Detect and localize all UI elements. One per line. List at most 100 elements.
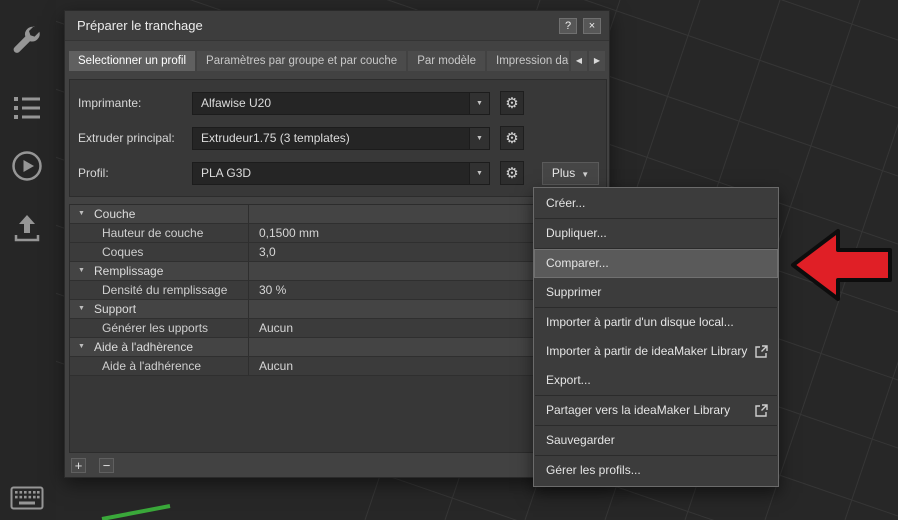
profile-value: PLA G3D <box>201 166 252 180</box>
setting-label: Coques <box>102 245 144 259</box>
setting-label: Aide à l'adhérence <box>102 359 202 373</box>
setting-value: 30 % <box>259 283 287 297</box>
group-cell: ▼ Couche <box>70 205 249 223</box>
menu-item-label: Comparer... <box>546 256 609 270</box>
menu-item-import-local[interactable]: Importer à partir d'un disque local... <box>534 308 778 337</box>
setting-row-shells[interactable]: Coques 3,0 <box>70 243 606 262</box>
tabs-scroll-right-button[interactable]: ▶ <box>589 51 605 71</box>
red-arrow-annotation <box>791 229 892 301</box>
menu-item-label: Supprimer <box>546 285 602 299</box>
setting-label-cell: Générer les upports <box>70 319 249 337</box>
external-link-icon <box>755 345 768 358</box>
keyboard-button[interactable] <box>8 480 46 518</box>
menu-item-label: Créer... <box>546 196 586 210</box>
help-button[interactable]: ? <box>559 18 577 34</box>
titlebar-buttons: ? × <box>559 18 601 34</box>
profile-label: Profil: <box>78 166 109 180</box>
extruder-row: Extruder principal: Extrudeur1.75 (3 tem… <box>70 126 606 151</box>
model-list-button[interactable] <box>8 90 46 128</box>
dialog-title: Préparer le tranchage <box>77 18 203 33</box>
tab-params-per-group[interactable]: Paramètres par groupe et par couche <box>197 51 407 71</box>
profile-select[interactable]: PLA G3D ▼ <box>192 162 490 185</box>
group-label: Support <box>94 302 137 316</box>
setting-label: Densité du remplissage <box>102 283 228 297</box>
tab-select-profile[interactable]: Selectionner un profil <box>69 51 196 71</box>
settings-table: ▼ Couche Hauteur de couche 0,1500 mm Coq… <box>69 204 607 453</box>
keyboard-icon <box>10 486 44 509</box>
prepare-slicing-dialog: Préparer le tranchage ? × Selectionner u… <box>64 10 610 478</box>
extruder-label: Extruder principal: <box>78 131 175 145</box>
setting-label-cell: Aide à l'adhérence <box>70 357 249 375</box>
group-label: Remplissage <box>94 264 164 278</box>
add-setting-button[interactable]: + <box>71 458 86 473</box>
group-cell: ▼ Aide à l'adhèrence <box>70 338 249 356</box>
menu-item-import-ideamaker-library[interactable]: Importer à partir de ideaMaker Library <box>534 337 778 366</box>
setting-row-generate-supports[interactable]: Générer les upports Aucun <box>70 319 606 338</box>
plus-menu-button[interactable]: Plus ▼ <box>542 162 599 185</box>
extruder-value: Extrudeur1.75 (3 templates) <box>201 131 350 145</box>
menu-item-label: Importer à partir de ideaMaker Library <box>546 344 748 358</box>
red-arrow-shape <box>791 229 892 301</box>
setting-label: Hauteur de couche <box>102 226 204 240</box>
menu-item-dupliquer[interactable]: Dupliquer... <box>534 219 778 248</box>
menu-item-export[interactable]: Export... <box>534 366 778 395</box>
wrench-icon <box>13 25 40 53</box>
setting-row-layer-height[interactable]: Hauteur de couche 0,1500 mm <box>70 224 606 243</box>
profile-settings-gear-button[interactable]: ⚙ <box>500 161 524 185</box>
remove-setting-button[interactable]: − <box>99 458 114 473</box>
upload-icon <box>14 214 40 241</box>
settings-wrench-button[interactable] <box>8 22 46 60</box>
settings-group-adhesion[interactable]: ▼ Aide à l'adhèrence <box>70 338 606 357</box>
profile-context-menu: Créer... Dupliquer... Comparer... Suppri… <box>533 187 779 487</box>
settings-group-support[interactable]: ▼ Support <box>70 300 606 319</box>
start-slice-button[interactable] <box>8 148 46 186</box>
dialog-titlebar[interactable]: Préparer le tranchage ? × <box>65 11 609 41</box>
collapse-icon: ▼ <box>78 210 85 217</box>
setting-value: Aucun <box>259 321 294 335</box>
chevron-down-icon: ▼ <box>469 163 489 184</box>
menu-item-label: Gérer les profils... <box>546 463 641 477</box>
tab-bar: Selectionner un profil Paramètres par gr… <box>69 51 605 71</box>
close-button[interactable]: × <box>583 18 601 34</box>
tab-print-order[interactable]: Impression dans l'ord <box>487 51 569 71</box>
setting-row-infill-density[interactable]: Densité du remplissage 30 % <box>70 281 606 300</box>
printer-label: Imprimante: <box>78 96 142 110</box>
menu-item-comparer[interactable]: Comparer... <box>534 249 778 278</box>
list-icon <box>14 96 40 119</box>
profile-row: Profil: PLA G3D ▼ ⚙ Plus ▼ <box>70 161 606 186</box>
menu-item-share-ideamaker-library[interactable]: Partager vers la ideaMaker Library <box>534 396 778 425</box>
collapse-icon: ▼ <box>78 343 85 350</box>
setting-label-cell: Densité du remplissage <box>70 281 249 299</box>
printer-row: Imprimante: Alfawise U20 ▼ ⚙ <box>70 91 606 116</box>
chevron-down-icon: ▼ <box>581 170 590 179</box>
upload-button[interactable] <box>8 210 46 248</box>
setting-value: 3,0 <box>259 245 276 259</box>
group-cell: ▼ Remplissage <box>70 262 249 280</box>
group-label: Couche <box>94 207 136 221</box>
tab-per-model[interactable]: Par modèle <box>408 51 485 71</box>
menu-item-gerer-profils[interactable]: Gérer les profils... <box>534 456 778 485</box>
setting-value: 0,1500 mm <box>259 226 320 240</box>
setting-label: Générer les upports <box>102 321 209 335</box>
settings-group-couche[interactable]: ▼ Couche <box>70 205 606 224</box>
collapse-icon: ▼ <box>78 305 85 312</box>
menu-item-supprimer[interactable]: Supprimer <box>534 278 778 307</box>
extruder-settings-gear-button[interactable]: ⚙ <box>500 126 524 150</box>
tabs-scroll-left-button[interactable]: ◀ <box>571 51 587 71</box>
extruder-select[interactable]: Extrudeur1.75 (3 templates) ▼ <box>192 127 490 150</box>
menu-item-label: Partager vers la ideaMaker Library <box>546 403 731 417</box>
setting-value: Aucun <box>259 359 294 373</box>
printer-settings-gear-button[interactable]: ⚙ <box>500 91 524 115</box>
menu-item-label: Importer à partir d'un disque local... <box>546 315 734 329</box>
menu-item-creer[interactable]: Créer... <box>534 189 778 218</box>
settings-group-remplissage[interactable]: ▼ Remplissage <box>70 262 606 281</box>
group-cell: ▼ Support <box>70 300 249 318</box>
setting-row-adhesion-aid[interactable]: Aide à l'adhérence Aucun <box>70 357 606 376</box>
chevron-down-icon: ▼ <box>469 93 489 114</box>
printer-select[interactable]: Alfawise U20 ▼ <box>192 92 490 115</box>
menu-item-sauvegarder[interactable]: Sauvegarder <box>534 426 778 455</box>
app-window: Préparer le tranchage ? × Selectionner u… <box>0 0 898 520</box>
menu-item-label: Export... <box>546 373 591 387</box>
profile-form-panel: Imprimante: Alfawise U20 ▼ ⚙ Extruder pr… <box>69 79 607 197</box>
menu-item-label: Sauvegarder <box>546 433 615 447</box>
